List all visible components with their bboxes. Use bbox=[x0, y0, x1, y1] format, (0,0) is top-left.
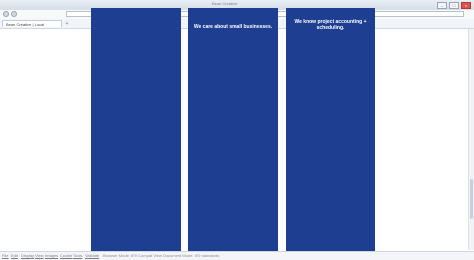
tab-active[interactable]: Bean Creative | Local bbox=[2, 20, 62, 27]
status-edit[interactable]: Edit bbox=[11, 253, 18, 259]
panel-2-text: We care about small businesses. bbox=[193, 24, 273, 30]
content-panel-2: We care about small businesses. bbox=[188, 8, 278, 251]
status-file[interactable]: File bbox=[2, 253, 8, 259]
status-cookie[interactable]: Cookie bbox=[60, 253, 72, 259]
new-tab-button[interactable]: + bbox=[64, 21, 70, 27]
content-panel-1 bbox=[91, 8, 181, 251]
content-panel-3: We know project accounting + scheduling. bbox=[286, 8, 375, 251]
status-display[interactable]: Display bbox=[21, 253, 34, 259]
vertical-scrollbar[interactable] bbox=[468, 29, 474, 250]
status-validate[interactable]: Validate bbox=[85, 253, 99, 259]
forward-icon[interactable] bbox=[11, 11, 17, 17]
panel-3-text: We know project accounting + scheduling. bbox=[294, 19, 367, 31]
back-icon[interactable] bbox=[3, 11, 9, 17]
window-controls: – □ × bbox=[437, 2, 471, 9]
window-title: Bean Creative bbox=[212, 1, 238, 6]
minimize-button[interactable]: – bbox=[437, 2, 447, 9]
maximize-button[interactable]: □ bbox=[449, 2, 459, 9]
status-info: Browser Mode: IE9 Compat View Document M… bbox=[103, 253, 220, 258]
status-images[interactable]: Images bbox=[45, 253, 58, 259]
status-view[interactable]: View bbox=[35, 253, 44, 259]
scrollbar-thumb[interactable] bbox=[470, 179, 473, 219]
status-tools[interactable]: Tools bbox=[73, 253, 82, 259]
close-button[interactable]: × bbox=[461, 2, 471, 9]
